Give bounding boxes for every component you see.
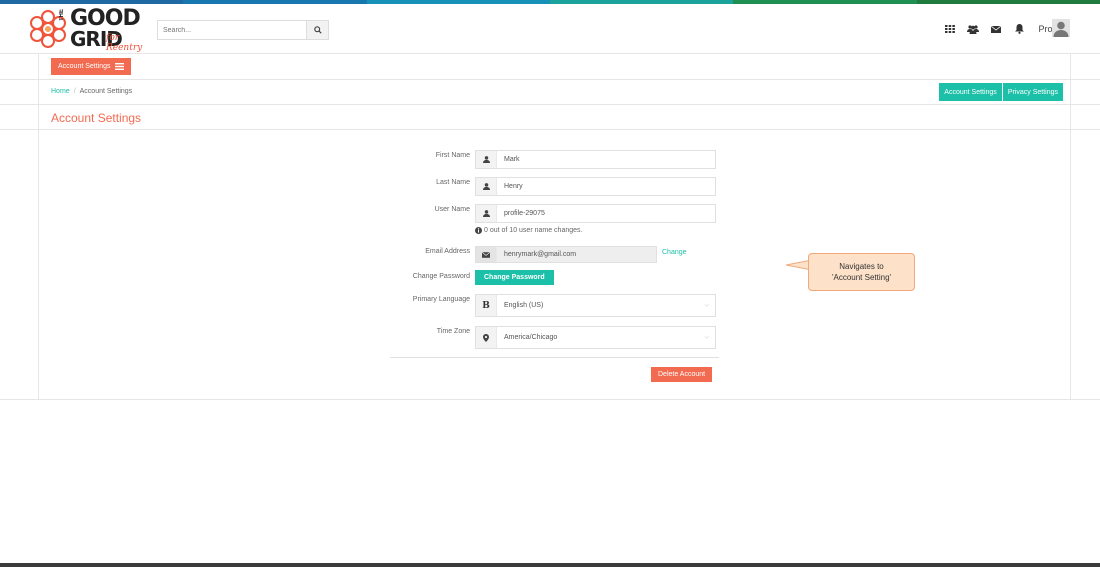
user-icon	[476, 205, 497, 222]
first-name-value: Mark	[504, 156, 520, 163]
last-name-label: Last Name	[436, 179, 470, 186]
chevron-down-icon: ⌵	[704, 302, 709, 308]
first-name-field[interactable]: Mark	[475, 150, 716, 169]
username-hint-text: 0 out of 10 user name changes.	[484, 227, 583, 234]
last-name-value: Henry	[504, 183, 523, 190]
time-zone-select[interactable]: America/Chicago ⌵	[475, 326, 716, 349]
info-icon	[475, 227, 482, 234]
primary-language-select[interactable]: B English (US) ⌵	[475, 294, 716, 317]
email-field: henrymark@gmail.com	[475, 246, 657, 263]
map-marker-icon	[476, 327, 497, 348]
user-name-field[interactable]: profile-29075	[475, 204, 716, 223]
last-name-field[interactable]: Henry	[475, 177, 716, 196]
primary-language-label: Primary Language	[412, 296, 470, 303]
callout-line1: Navigates to	[839, 262, 884, 271]
form-divider	[390, 357, 719, 358]
username-hint: 0 out of 10 user name changes.	[475, 227, 582, 234]
user-name-value: profile-29075	[504, 210, 545, 217]
user-name-label: User Name	[434, 206, 470, 213]
envelope-icon	[476, 247, 497, 262]
time-zone-label: Time Zone	[436, 328, 470, 335]
bold-b-icon: B	[476, 295, 497, 316]
email-value: henrymark@gmail.com	[504, 251, 577, 258]
account-form: First Name Mark Last Name Henry User Nam…	[0, 0, 1100, 400]
user-icon	[476, 178, 497, 195]
chevron-down-icon: ⌵	[704, 334, 709, 340]
time-zone-value: America/Chicago	[504, 334, 558, 341]
primary-language-value: English (US)	[504, 302, 544, 309]
user-icon	[476, 151, 497, 168]
change-password-label: Change Password	[412, 273, 470, 280]
first-name-label: First Name	[435, 152, 470, 159]
delete-account-button[interactable]: Delete Account	[651, 367, 713, 382]
change-email-link[interactable]: Change	[662, 249, 687, 256]
bottom-bar	[0, 563, 1100, 567]
callout-line2: 'Account Setting'	[831, 273, 892, 282]
annotation-callout: Navigates to 'Account Setting'	[808, 253, 915, 291]
email-label: Email Address	[425, 248, 470, 255]
change-password-button[interactable]: Change Password	[475, 270, 554, 285]
